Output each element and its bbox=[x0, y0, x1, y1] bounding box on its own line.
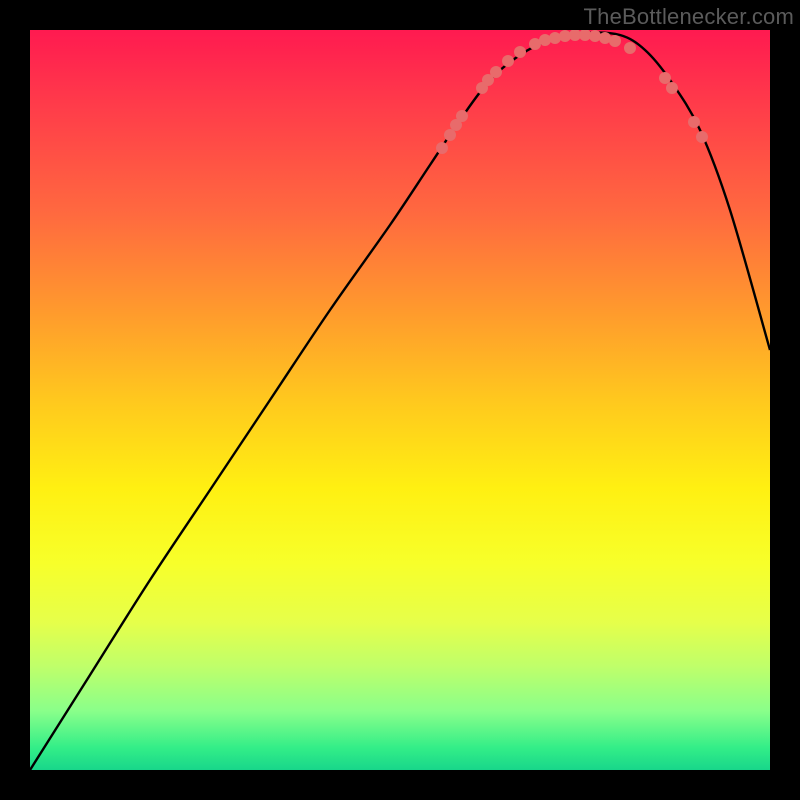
chart-gradient-background bbox=[30, 30, 770, 770]
watermark-text: TheBottlenecker.com bbox=[584, 4, 794, 30]
chart-frame bbox=[30, 30, 770, 770]
